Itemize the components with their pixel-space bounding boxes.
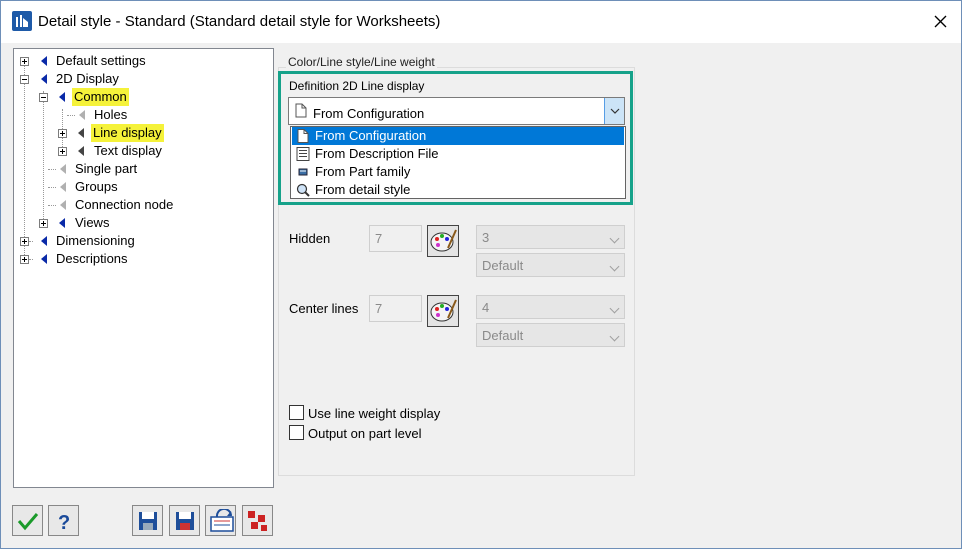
expand-plus-icon[interactable] <box>58 129 67 138</box>
blue-triangle-icon <box>41 254 47 264</box>
tree-item-single-part[interactable]: Single part <box>14 160 269 178</box>
tree-item-label: Views <box>75 215 110 230</box>
expand-plus-icon[interactable] <box>20 255 29 264</box>
blue-triangle-icon <box>59 218 65 228</box>
collapse-minus-icon[interactable] <box>20 75 29 84</box>
tree-item-groups[interactable]: Groups <box>14 178 269 196</box>
tree-item-label: Dimensioning <box>56 233 135 248</box>
close-icon <box>934 15 947 28</box>
expand-plus-icon[interactable] <box>58 147 67 156</box>
tree-item-label: Text display <box>94 143 162 158</box>
tree-item-label: Descriptions <box>56 251 128 266</box>
blue-triangle-icon <box>59 92 65 102</box>
tree-item-label: 2D Display <box>56 71 119 86</box>
tree-item-dimensioning[interactable]: Dimensioning <box>14 232 269 250</box>
center-lines-color-field[interactable]: 7 <box>369 295 422 322</box>
tree-item-label: Common <box>72 88 129 106</box>
save-button[interactable] <box>132 505 163 536</box>
palette-icon <box>430 299 457 322</box>
question-icon: ? <box>58 512 70 533</box>
palette-icon <box>430 229 457 252</box>
gray-triangle-icon <box>60 164 66 174</box>
tree-item-default-settings[interactable]: Default settings <box>14 52 269 70</box>
hidden-lineweight-select[interactable]: Default <box>476 253 625 277</box>
center-lines-color-picker-button[interactable] <box>427 295 459 327</box>
highlight-frame <box>278 71 633 205</box>
group-caption: Color/Line style/Line weight <box>286 55 437 69</box>
use-line-weight-checkbox[interactable] <box>289 405 304 420</box>
tree-item-connection-node[interactable]: Connection node <box>14 196 269 214</box>
tree-item-line-display[interactable]: Line display <box>14 124 269 142</box>
help-button[interactable]: ? <box>48 505 79 536</box>
save-disk-icon <box>139 512 157 530</box>
expand-plus-icon[interactable] <box>20 57 29 66</box>
center-lines-lineweight-select[interactable]: Default <box>476 323 625 347</box>
use-line-weight-label: Use line weight display <box>308 406 441 421</box>
dark-triangle-icon <box>78 128 84 138</box>
hidden-color-picker-button[interactable] <box>427 225 459 257</box>
hidden-label: Hidden <box>289 231 331 246</box>
tree-item-label: Default settings <box>56 53 146 68</box>
svg-text:?: ? <box>58 512 70 533</box>
tree-item-common[interactable]: Common <box>14 88 269 106</box>
output-part-level-checkbox[interactable] <box>289 425 304 440</box>
blue-triangle-icon <box>41 74 47 84</box>
tree-item-views[interactable]: Views <box>14 214 269 232</box>
ok-button[interactable] <box>12 505 43 536</box>
tree-item-label: Connection node <box>75 197 174 212</box>
blue-triangle-icon <box>41 56 47 66</box>
save-as-button[interactable] <box>169 505 200 536</box>
hidden-color-field[interactable]: 7 <box>369 225 422 252</box>
save-as-disk-icon <box>176 512 194 530</box>
tree-item-label: Groups <box>75 179 118 194</box>
structure-icon <box>248 511 267 531</box>
tree-item-label: Holes <box>94 107 128 122</box>
reload-icon <box>210 509 234 532</box>
center-lines-linestyle-select[interactable]: 4 <box>476 295 625 319</box>
window-title: Detail style - Standard (Standard detail… <box>38 13 441 30</box>
hidden-linestyle-select[interactable]: 3 <box>476 225 625 249</box>
tree-item-label: Line display <box>91 124 164 142</box>
checkmark-icon <box>17 513 39 531</box>
center-lines-label: Center lines <box>289 301 359 316</box>
gray-triangle-icon <box>60 200 66 210</box>
gray-triangle-icon <box>79 110 85 120</box>
detail-style-dialog: Detail style - Standard (Standard detail… <box>0 0 962 549</box>
app-logo-icon <box>12 11 32 31</box>
collapse-minus-icon[interactable] <box>39 93 48 102</box>
output-part-level-label: Output on part level <box>308 426 422 441</box>
expand-plus-icon[interactable] <box>39 219 48 228</box>
close-button[interactable] <box>925 9 955 35</box>
tree-item-descriptions[interactable]: Descriptions <box>14 250 269 268</box>
tree-item-holes[interactable]: Holes <box>14 106 269 124</box>
title-bar: Detail style - Standard (Standard detail… <box>1 1 961 43</box>
settings-tree: Default settings 2D Display Common Holes… <box>13 48 274 488</box>
expand-plus-icon[interactable] <box>20 237 29 246</box>
reload-button[interactable] <box>205 505 236 536</box>
tree-item-label: Single part <box>75 161 138 176</box>
dark-triangle-icon <box>78 146 84 156</box>
structure-button[interactable] <box>242 505 273 536</box>
gray-triangle-icon <box>60 182 66 192</box>
tree-item-text-display[interactable]: Text display <box>14 142 269 160</box>
tree-item-2d-display[interactable]: 2D Display <box>14 70 269 88</box>
blue-triangle-icon <box>41 236 47 246</box>
